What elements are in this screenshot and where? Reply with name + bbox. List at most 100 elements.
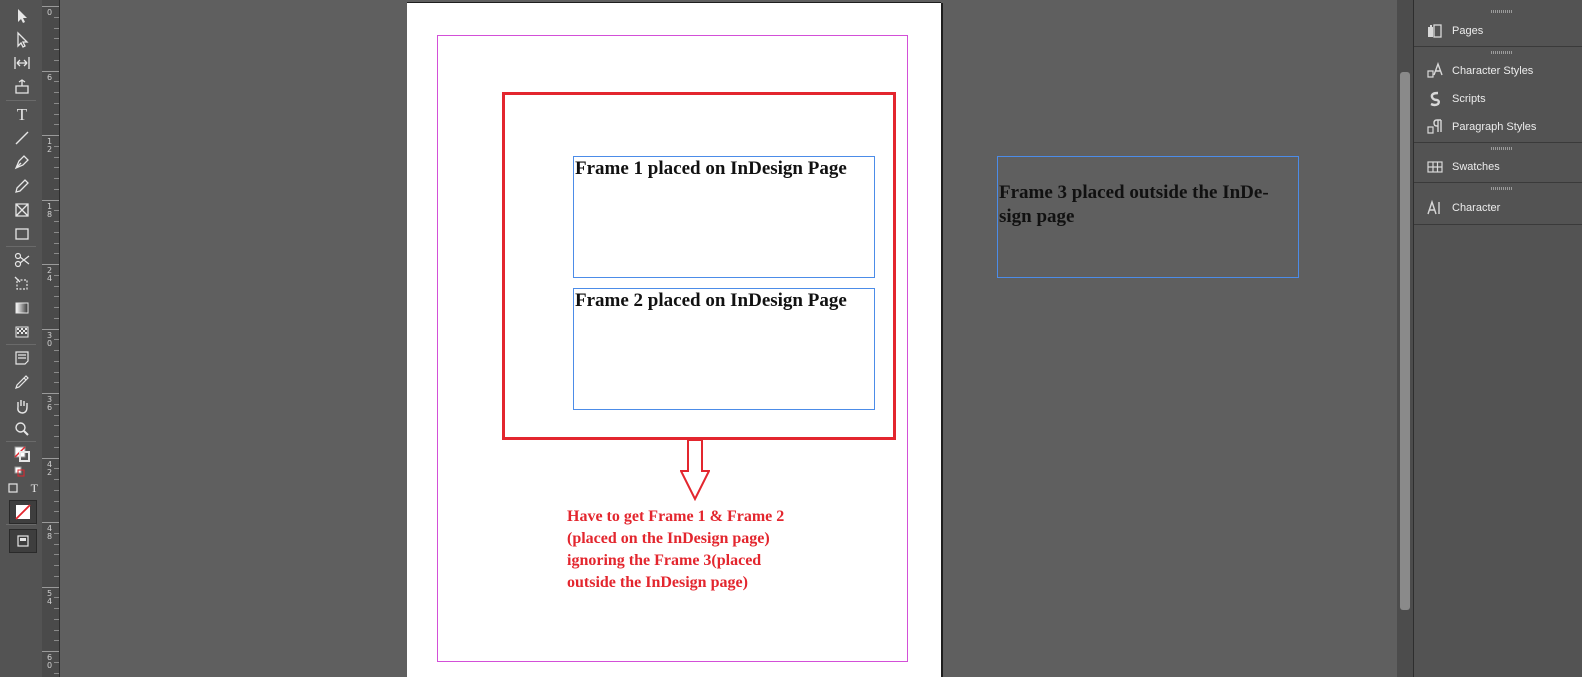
ruler-minor-tick [54,565,59,566]
vertical-ruler[interactable]: 061 21 82 43 03 64 24 85 46 0 [42,0,60,677]
panel-character-styles[interactable]: Character Styles [1426,60,1533,82]
ruler-minor-tick [54,49,59,50]
ruler-major-tick [42,328,59,330]
text-frame-1[interactable]: Frame 1 placed on InDesign Page [573,156,875,278]
ruler-major-tick [42,393,59,394]
text-frame-3[interactable]: Frame 3 placed outside the InDe- sign pa… [997,156,1299,278]
ruler-minor-tick [54,178,59,179]
screen-mode-icon[interactable] [9,529,37,553]
panel-grip[interactable] [1491,147,1513,150]
ruler-minor-tick [54,554,59,556]
panel-dock: Pages Character Styles Scripts Paragraph… [1413,0,1582,677]
line-tool-icon[interactable] [10,128,34,148]
selection-tool-icon[interactable] [10,6,34,26]
zoom-tool-icon[interactable] [10,419,34,439]
ruler-minor-tick [54,317,59,319]
fill-stroke-icon[interactable] [10,444,34,464]
panel-swatches[interactable]: Swatches [1426,156,1500,178]
apply-none-icon[interactable] [9,500,37,524]
ruler-minor-tick [54,188,59,190]
hand-tool-icon[interactable] [10,396,34,416]
ruler-minor-tick [54,403,59,405]
panel-pages[interactable]: Pages [1426,20,1483,42]
ruler-minor-tick [54,59,59,61]
pages-icon [1428,24,1442,38]
free-transform-tool-icon[interactable] [10,274,34,294]
ruler-minor-tick [54,231,59,233]
annotation-text: Have to get Frame 1 & Frame 2 (placed on… [567,508,785,591]
ruler-minor-tick [54,145,59,147]
panel-character[interactable]: Character [1426,197,1500,219]
ruler-minor-tick [54,274,59,276]
ruler-minor-tick [54,468,59,470]
formatting-affects-container[interactable]: T [8,478,38,498]
ruler-minor-tick [54,350,59,351]
ruler-major-tick [42,522,59,523]
panel-grip[interactable] [1491,10,1513,13]
ruler-minor-tick [54,543,59,545]
character-icon [1427,199,1440,215]
ruler-major-tick [42,586,59,588]
content-collector-icon[interactable] [10,77,34,97]
ruler-major-tick [42,199,59,201]
ruler-minor-tick [54,479,59,480]
ruler-minor-tick [54,661,59,663]
formatting-text-icon[interactable]: T [31,482,38,494]
frame-2-text: Frame 2 placed on InDesign Page [575,290,847,311]
eyedropper-tool-icon[interactable] [10,372,34,392]
ruler-minor-tick [54,339,59,341]
panel-divider [1414,224,1582,225]
scissors-tool-icon[interactable] [10,250,34,270]
ruler-minor-tick [54,210,59,212]
paragraph-styles-icon [1427,119,1442,134]
direct-selection-tool-icon[interactable] [10,30,34,50]
ruler-minor-tick [54,167,59,169]
formatting-container-icon [8,483,18,493]
panel-scripts[interactable]: Scripts [1426,88,1486,110]
ruler-major-tick [42,457,59,459]
gap-tool-icon[interactable] [10,53,34,73]
ruler-minor-tick [54,532,59,534]
frame-3-text: Frame 3 placed outside the InDe- sign pa… [999,182,1269,227]
pen-tool-icon[interactable] [10,152,34,172]
ruler-minor-tick [54,640,59,642]
rectangle-tool-icon[interactable] [10,224,34,244]
ruler-minor-tick [54,81,59,83]
type-tool-icon[interactable]: T [10,104,34,124]
ruler-minor-tick [54,511,59,513]
note-tool-icon[interactable] [10,348,34,368]
scripts-icon [1430,91,1440,107]
panel-paragraph-styles[interactable]: Paragraph Styles [1426,116,1536,138]
ruler-minor-tick [54,425,59,427]
scrollbar-thumb[interactable] [1400,72,1410,610]
ruler-major-tick [42,264,59,265]
tool-divider [6,100,36,101]
pencil-tool-icon[interactable] [10,176,34,196]
panel-grip[interactable] [1491,51,1513,54]
tool-divider [6,246,36,247]
ruler-minor-tick [54,27,59,29]
ruler-minor-tick [54,221,59,222]
ruler-minor-tick [54,436,59,437]
gradient-swatch-tool-icon[interactable] [10,298,34,318]
tool-divider [6,524,36,525]
ruler-minor-tick [54,414,59,416]
text-frame-2[interactable]: Frame 2 placed on InDesign Page [573,288,875,410]
panel-divider [1414,142,1582,143]
panel-divider [1414,46,1582,47]
ruler-minor-tick [54,253,59,255]
ruler-minor-tick [54,608,59,609]
ruler-minor-tick [54,16,59,18]
ruler-minor-tick [54,618,59,620]
down-arrow-icon [680,439,710,501]
panel-divider [1414,182,1582,183]
ruler-major-tick [42,135,59,136]
ruler-minor-tick [54,371,59,373]
tools-panel: T T [0,0,43,677]
rectangle-frame-tool-icon[interactable] [10,200,34,220]
panel-paragraph-styles-label: Paragraph Styles [1452,121,1537,133]
ruler-minor-tick [54,360,59,362]
gradient-feather-tool-icon[interactable] [10,322,34,342]
panel-grip[interactable] [1491,187,1513,190]
panel-character-label: Character [1452,202,1501,214]
